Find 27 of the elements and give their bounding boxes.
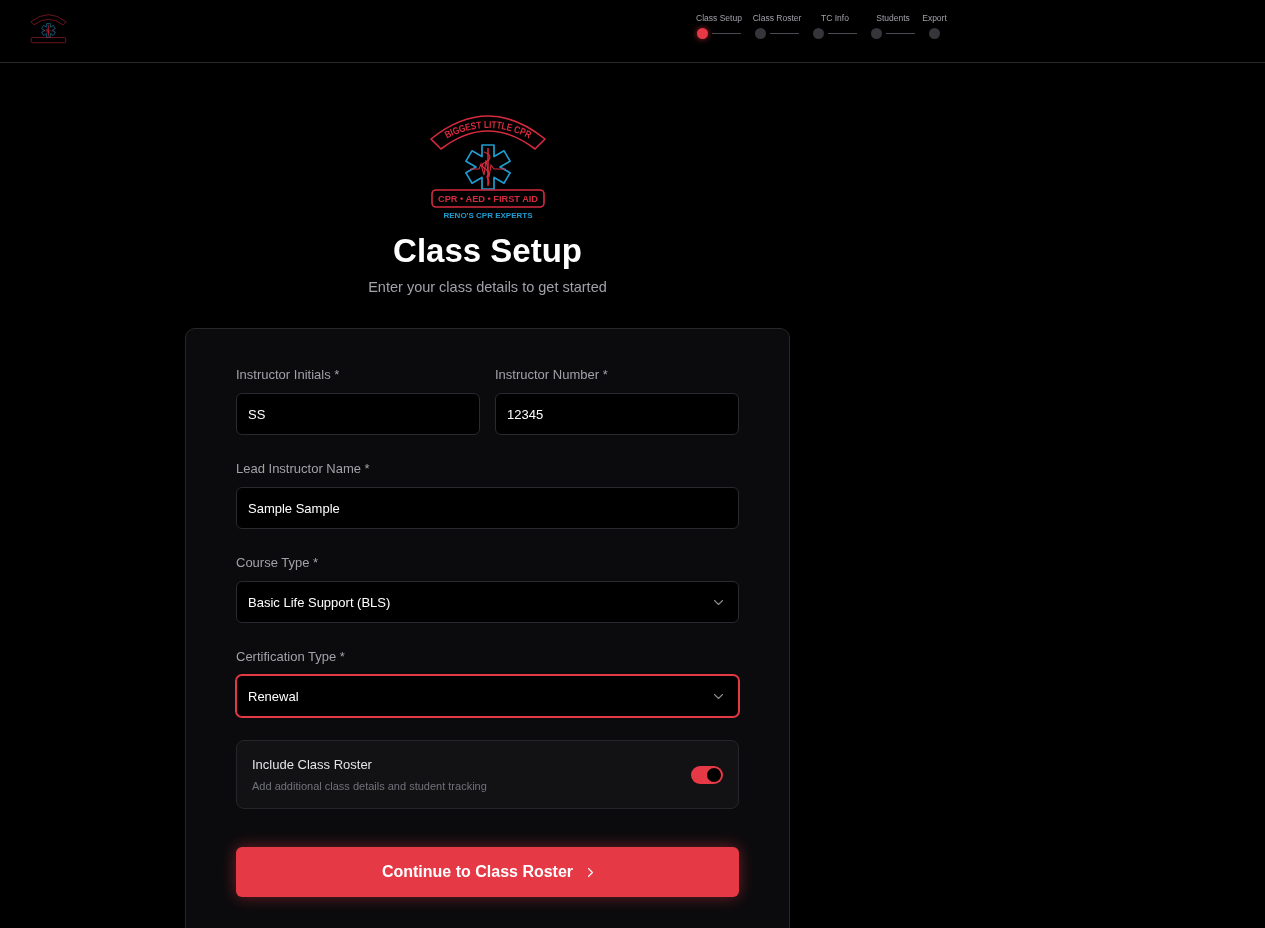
toggle-switch[interactable] <box>691 765 723 784</box>
step-label: TC Info <box>821 12 849 24</box>
step-label: Class Setup <box>696 12 742 24</box>
logo-tagline: CPR • AED • FIRST AID <box>437 193 541 204</box>
chevron-down-icon <box>714 599 723 605</box>
chevron-down-icon <box>714 693 723 699</box>
continue-button[interactable]: Continue to Class Roster <box>236 847 739 897</box>
option-title: Include Class Roster <box>252 756 373 773</box>
field-label: Lead Instructor Name * <box>236 461 371 477</box>
field-label: Instructor Number * <box>495 367 609 383</box>
logo-caption: RENO'S CPR EXPERTS <box>443 211 532 220</box>
option-description: Add additional class details and student tracking <box>252 778 487 793</box>
field-label: Instructor Initials * <box>236 367 341 383</box>
page-title: Class Setup <box>393 231 582 271</box>
logo-banner-text: BIGGEST LITTLE CPR <box>442 118 534 141</box>
text-field[interactable]: 12345 <box>495 393 739 435</box>
step-label: Students <box>876 12 910 24</box>
step-label: Export <box>922 12 947 24</box>
step-label: Class Roster <box>752 12 802 24</box>
dropdown-field[interactable]: Renewal <box>236 675 739 717</box>
chevron-right-icon <box>588 867 594 877</box>
text-field[interactable]: Sample Sample <box>236 487 739 529</box>
page-subtitle: Enter your class details to get started <box>368 278 607 297</box>
text-field[interactable]: SS <box>236 393 480 435</box>
dropdown-field[interactable]: Basic Life Support (BLS) <box>236 581 739 623</box>
field-label: Course Type * <box>236 555 320 571</box>
field-label: Certification Type * <box>236 649 346 665</box>
